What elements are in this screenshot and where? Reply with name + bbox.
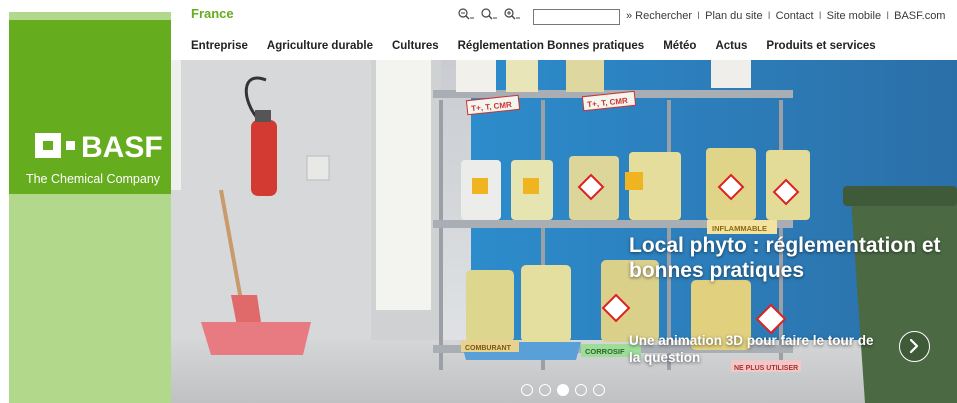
nav-item-agriculture-durable[interactable]: Agriculture durable [267,40,373,52]
nav-item-meteo[interactable]: Météo [663,40,696,52]
search-button[interactable]: » Rechercher [626,10,692,22]
hazard-tag: COMBURANT [465,345,512,352]
country-label: France [191,6,234,21]
hero-title[interactable]: Local phyto : réglementation et bonnes p… [629,233,949,283]
basf-logo: BASF [35,129,165,163]
zoom-out-icon[interactable] [458,8,475,20]
carousel-dot-active[interactable] [557,384,569,396]
logo-wordmark: BASF [81,131,163,163]
carousel-dot[interactable] [575,384,587,396]
link-mobile-site[interactable]: Site mobile [827,10,881,22]
utility-links: » Rechercher I Plan du site I Contact I … [626,10,945,22]
header: France » Rechercher I Plan du site I Con… [171,0,957,60]
carousel-dot[interactable] [539,384,551,396]
hazard-tag: NE PLUS UTILISER [734,365,798,372]
hazard-tag: CORROSIF [585,347,625,356]
hero-carousel[interactable]: T+, T, CMR T+, T, CMR INFLAMMABLE CORROS… [171,60,957,403]
separator: I [818,10,822,22]
search-input[interactable] [533,9,620,25]
separator: I [886,10,890,22]
link-sitemap[interactable]: Plan du site [705,10,762,22]
separator: I [697,10,701,22]
zoom-in-icon[interactable] [504,8,521,20]
basf-logo-block[interactable]: BASF The Chemical Company [9,20,171,194]
hazard-tag: INFLAMMABLE [712,224,767,233]
text-size-controls [458,8,521,20]
link-contact[interactable]: Contact [776,10,814,22]
link-basf-com[interactable]: BASF.com [894,10,945,22]
nav-item-entreprise[interactable]: Entreprise [191,40,248,52]
carousel-dot[interactable] [593,384,605,396]
left-sidebar: BASF The Chemical Company [9,12,171,403]
carousel-dot[interactable] [521,384,533,396]
chevron-right-icon [909,338,919,354]
nav-item-reglementation[interactable]: Réglementation Bonnes pratiques [458,40,645,52]
carousel-pagination [521,384,605,396]
main-navigation: Entreprise Agriculture durable Cultures … [191,40,895,52]
nav-item-cultures[interactable]: Cultures [392,40,439,52]
separator: I [767,10,771,22]
hero-subtitle[interactable]: Une animation 3D pour faire le tour de l… [629,332,879,366]
nav-item-produits-services[interactable]: Produits et services [766,40,875,52]
nav-item-actus[interactable]: Actus [715,40,747,52]
carousel-next-button[interactable] [899,331,930,362]
zoom-reset-icon[interactable] [481,8,498,20]
logo-tagline: The Chemical Company [25,172,161,186]
